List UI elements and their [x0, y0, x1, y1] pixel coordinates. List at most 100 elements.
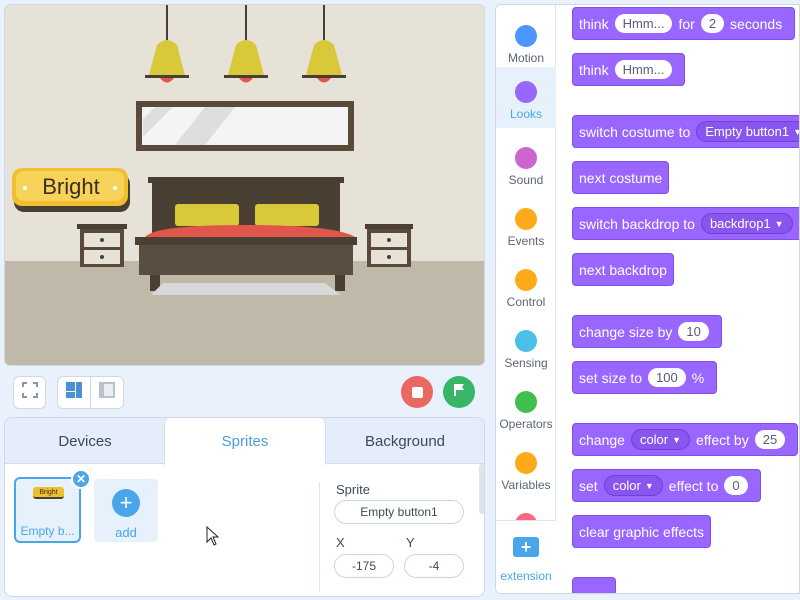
events-dot-icon [515, 208, 537, 230]
dropdown-value: Empty button1 [705, 124, 790, 139]
fullscreen-button[interactable] [13, 376, 46, 409]
dropdown-value: backdrop1 [709, 216, 771, 231]
extension-button[interactable]: + extension [496, 520, 556, 593]
layout-large-stage-icon [98, 382, 115, 403]
close-icon: ✕ [75, 472, 87, 486]
block-set-size[interactable]: set size to 100 % [572, 361, 718, 394]
category-variables[interactable]: Variables [496, 438, 556, 499]
block-clear-effects[interactable]: clear graphic effects [572, 515, 712, 548]
think-input[interactable]: Hmm... [614, 60, 673, 79]
go-button[interactable] [443, 376, 475, 408]
flag-icon [452, 383, 466, 402]
sprite-card-label: Empty b... [20, 524, 75, 538]
sprite-panel: Devices Sprites Background Bright Empty … [4, 417, 485, 597]
layout-small-stage-button[interactable] [58, 377, 91, 408]
category-control[interactable]: Control [496, 255, 556, 316]
category-label: Variables [501, 478, 551, 492]
stop-icon [411, 386, 423, 398]
sprite-card[interactable]: Bright Empty b... [14, 477, 81, 543]
category-motion[interactable]: Motion [496, 11, 556, 72]
block-next-costume[interactable]: next costume [572, 161, 670, 194]
chevron-down-icon: ▼ [774, 218, 784, 229]
block-text: think [579, 61, 609, 78]
block-text: set size to [579, 369, 643, 386]
variables-dot-icon [515, 452, 537, 474]
set-size-input[interactable]: 100 [648, 368, 686, 387]
costume-dropdown[interactable]: Empty button1 ▼ [696, 121, 799, 142]
category-column: Motion Looks Sound Events Control Sensin… [496, 5, 556, 593]
control-dot-icon [515, 269, 537, 291]
mouse-cursor-icon [206, 526, 220, 546]
block-think-for-seconds[interactable]: think Hmm... for 2 seconds [572, 7, 796, 40]
effect-dropdown[interactable]: color ▼ [603, 475, 663, 496]
think-message-input[interactable]: Hmm... [614, 14, 673, 33]
x-field[interactable]: -175 [334, 554, 394, 578]
sensing-dot-icon [515, 330, 537, 352]
sprite-thumbnail-text: Bright [39, 489, 58, 496]
block-text: clear graphic effects [579, 523, 705, 540]
sprite-name-field[interactable]: Empty button1 [334, 500, 464, 524]
think-seconds-input[interactable]: 2 [700, 14, 725, 33]
tab-devices[interactable]: Devices [5, 418, 165, 464]
stage[interactable]: Bright [4, 4, 485, 366]
x-label: X [336, 535, 345, 550]
block-set-effect[interactable]: set color ▼ effect to 0 [572, 469, 761, 502]
fullscreen-icon [21, 382, 38, 403]
plus-icon: + [112, 489, 140, 517]
delete-sprite-button[interactable]: ✕ [71, 469, 91, 489]
category-label: Looks [509, 107, 543, 121]
panel-scrollbar[interactable] [479, 464, 484, 514]
block-text: switch backdrop to [579, 215, 695, 232]
bright-sprite[interactable]: Bright [12, 168, 132, 214]
block-text: think [579, 15, 609, 32]
category-partial[interactable] [496, 499, 556, 520]
layout-small-stage-icon [65, 382, 82, 403]
block-partial[interactable] [572, 577, 616, 593]
chevron-down-icon: ▼ [672, 434, 682, 445]
block-text: effect to [668, 477, 719, 494]
backdrop-dropdown[interactable]: backdrop1 ▼ [700, 213, 793, 234]
block-text: change [579, 431, 625, 448]
change-effect-input[interactable]: 25 [754, 430, 786, 449]
tab-sprites[interactable]: Sprites [164, 418, 326, 465]
dropdown-value: color [639, 432, 669, 447]
looks-dot-icon [515, 81, 537, 103]
sprite-thumbnail: Bright [33, 487, 64, 499]
block-text: effect by [696, 431, 749, 448]
change-size-input[interactable]: 10 [678, 322, 709, 341]
category-operators[interactable]: Operators [496, 377, 556, 438]
stop-button[interactable] [401, 376, 433, 408]
category-label: Sensing [504, 356, 548, 370]
block-text: change size by [579, 323, 673, 340]
extension-label: extension [500, 569, 552, 583]
category-sound[interactable]: Sound [496, 133, 556, 194]
category-label: Motion [507, 51, 545, 65]
operators-dot-icon [515, 391, 537, 413]
layout-large-stage-button[interactable] [91, 377, 124, 408]
block-think[interactable]: think Hmm... [572, 53, 686, 86]
add-sprite-button[interactable]: + add [94, 479, 158, 542]
block-switch-costume[interactable]: switch costume to Empty button1 ▼ [572, 115, 799, 148]
motion-dot-icon [515, 25, 537, 47]
category-looks[interactable]: Looks [496, 67, 556, 128]
y-field[interactable]: -4 [404, 554, 464, 578]
block-text: next backdrop [579, 261, 667, 278]
block-next-backdrop[interactable]: next backdrop [572, 253, 674, 286]
tab-background[interactable]: Background [325, 418, 484, 464]
set-effect-input[interactable]: 0 [724, 476, 748, 495]
sprite-name-label: Sprite [336, 482, 370, 497]
category-events[interactable]: Events [496, 194, 556, 255]
category-label: Events [507, 234, 545, 248]
block-switch-backdrop[interactable]: switch backdrop to backdrop1 ▼ [572, 207, 799, 240]
category-label: Control [506, 295, 546, 309]
effect-dropdown[interactable]: color ▼ [630, 429, 691, 450]
category-sensing[interactable]: Sensing [496, 316, 556, 377]
myblocks-dot-icon [515, 513, 537, 520]
chevron-down-icon: ▼ [644, 480, 654, 491]
block-change-effect[interactable]: change color ▼ effect by 25 [572, 423, 799, 456]
add-sprite-label: add [115, 525, 137, 540]
y-label: Y [406, 535, 415, 550]
dropdown-value: color [612, 478, 641, 493]
panel-tabs: Devices Sprites Background [5, 418, 484, 465]
block-change-size[interactable]: change size by 10 [572, 315, 722, 348]
